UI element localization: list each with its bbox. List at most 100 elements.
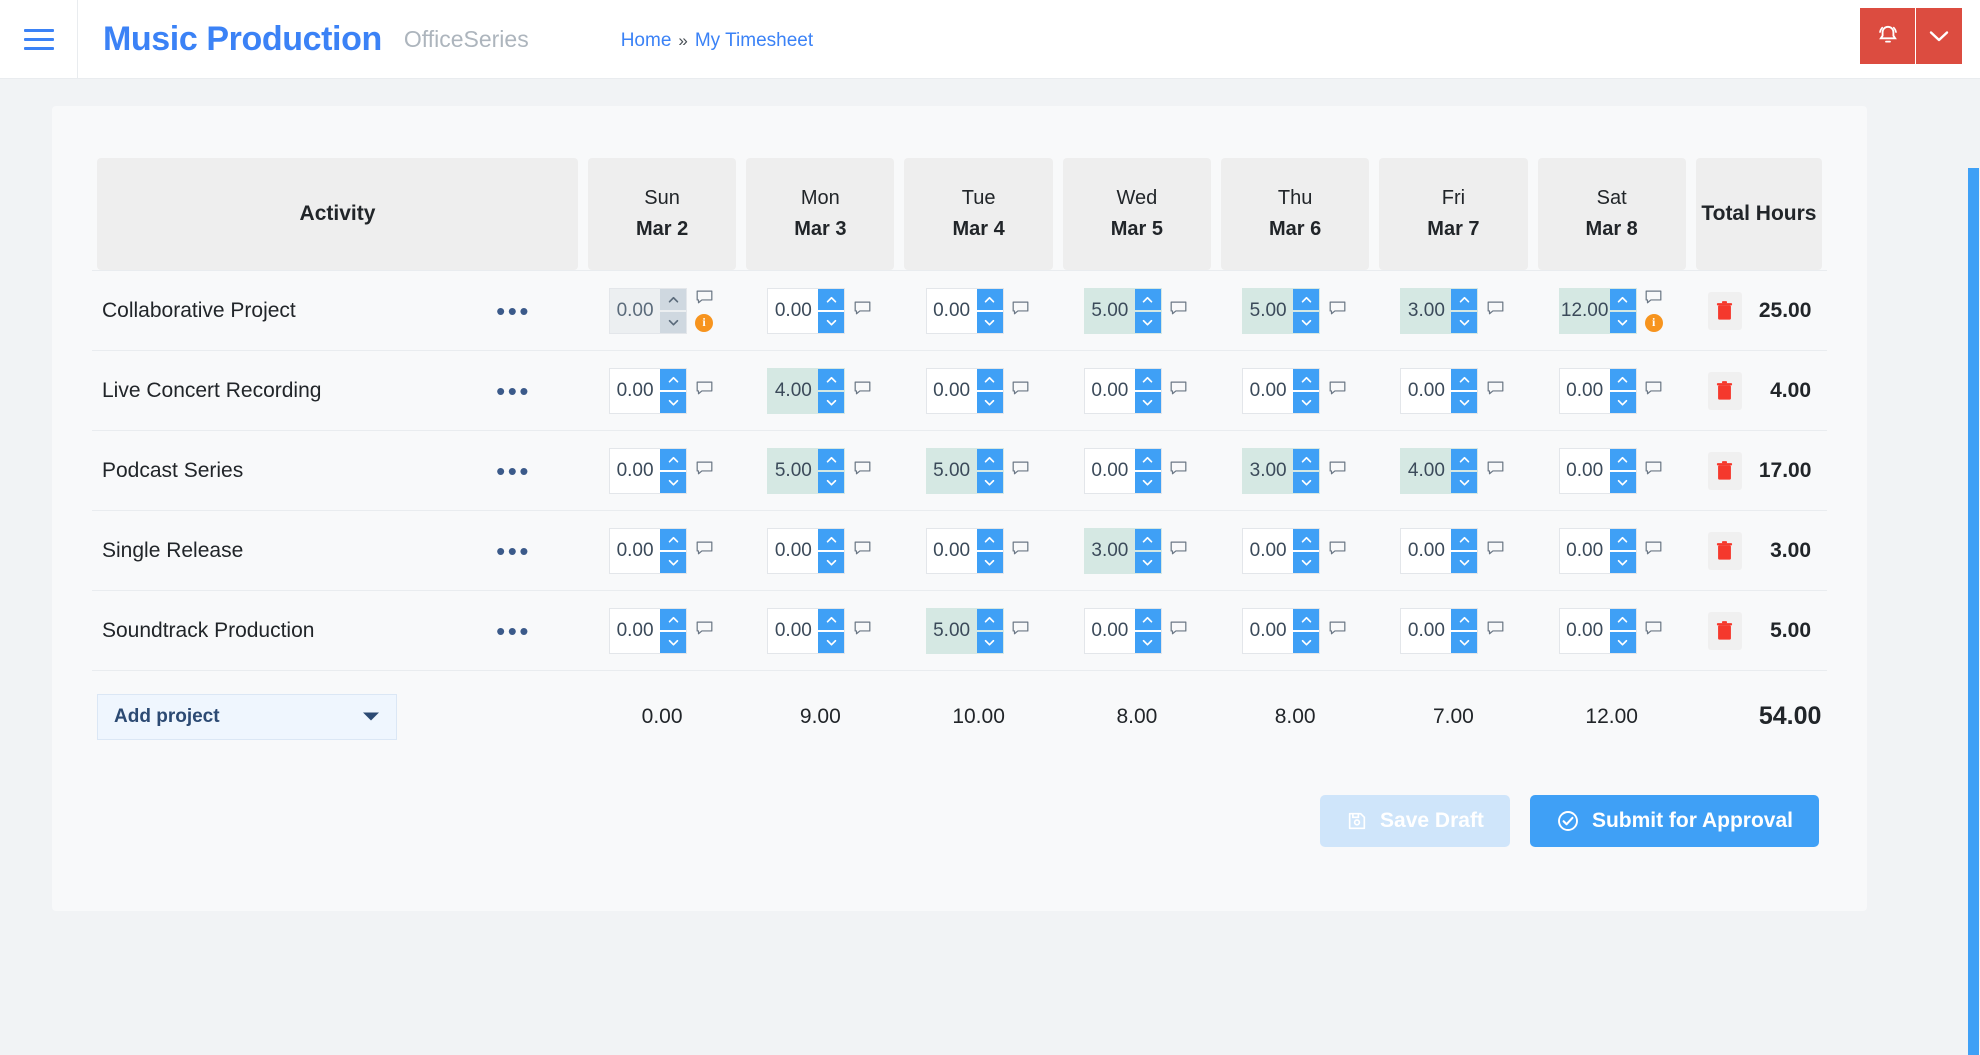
spinner-up-button[interactable] [1609, 288, 1636, 310]
comment-icon[interactable] [696, 381, 713, 401]
comment-icon[interactable] [696, 541, 713, 561]
spinner-up-button[interactable] [1134, 448, 1161, 470]
comment-icon[interactable] [1012, 461, 1029, 481]
hours-input[interactable]: 0.00 [1401, 529, 1451, 573]
spinner-up-button[interactable] [818, 448, 845, 470]
spinner-down-button[interactable] [818, 551, 845, 573]
hours-spinner[interactable]: 0.00 [1083, 367, 1162, 414]
hours-input[interactable]: 0.00 [768, 529, 818, 573]
hours-spinner[interactable]: 0.00 [609, 367, 688, 414]
comment-icon[interactable] [1170, 381, 1187, 401]
hours-input[interactable]: 5.00 [927, 449, 977, 493]
hours-spinner[interactable]: 5.00 [925, 447, 1004, 494]
comment-icon[interactable] [854, 381, 871, 401]
spinner-up-button[interactable] [976, 448, 1003, 470]
spinner-down-button[interactable] [660, 551, 687, 573]
delete-row-button[interactable] [1707, 611, 1742, 650]
hours-spinner[interactable]: 0.00 [609, 447, 688, 494]
save-draft-button[interactable]: Save Draft [1320, 794, 1510, 847]
spinner-down-button[interactable] [660, 391, 687, 413]
hours-spinner[interactable]: 5.00 [767, 447, 846, 494]
spinner-down-button[interactable] [1293, 631, 1320, 653]
hours-input[interactable]: 0.00 [1243, 369, 1293, 413]
spinner-up-button[interactable] [976, 528, 1003, 550]
spinner-up-button[interactable] [976, 608, 1003, 630]
spinner-up-button[interactable] [660, 368, 687, 390]
spinner-up-button[interactable] [818, 288, 845, 310]
spinner-up-button[interactable] [1293, 448, 1320, 470]
row-menu-button[interactable]: ••• [496, 618, 531, 644]
hours-spinner[interactable]: 3.00 [1083, 527, 1162, 574]
hours-spinner[interactable]: 0.00 [1083, 607, 1162, 654]
hours-input[interactable]: 0.00 [927, 369, 977, 413]
spinner-up-button[interactable] [660, 528, 687, 550]
comment-icon[interactable] [854, 301, 871, 321]
comment-icon[interactable] [1329, 621, 1346, 641]
spinner-up-button[interactable] [1609, 528, 1636, 550]
delete-row-button[interactable] [1707, 371, 1742, 410]
hours-input[interactable]: 0.00 [768, 609, 818, 653]
hours-spinner[interactable]: 5.00 [925, 607, 1004, 654]
hours-input[interactable]: 0.00 [1560, 369, 1610, 413]
spinner-down-button[interactable] [976, 391, 1003, 413]
spinner-up-button[interactable] [1451, 288, 1478, 310]
spinner-down-button[interactable] [976, 551, 1003, 573]
spinner-up-button[interactable] [1609, 448, 1636, 470]
spinner-down-button[interactable] [1609, 631, 1636, 653]
hours-input[interactable]: 0.00 [1401, 609, 1451, 653]
spinner-down-button[interactable] [1609, 551, 1636, 573]
spinner-up-button[interactable] [660, 288, 687, 310]
spinner-down-button[interactable] [818, 471, 845, 493]
spinner-down-button[interactable] [1293, 391, 1320, 413]
hours-spinner[interactable]: 5.00 [1242, 287, 1321, 334]
spinner-down-button[interactable] [1134, 551, 1161, 573]
spinner-down-button[interactable] [1293, 471, 1320, 493]
spinner-down-button[interactable] [1134, 391, 1161, 413]
spinner-down-button[interactable] [1609, 311, 1636, 333]
comment-icon[interactable] [1487, 301, 1504, 321]
hours-input[interactable]: 0.00 [610, 289, 660, 333]
spinner-up-button[interactable] [1293, 288, 1320, 310]
comment-icon[interactable] [1329, 381, 1346, 401]
spinner-down-button[interactable] [660, 471, 687, 493]
row-menu-button[interactable]: ••• [496, 538, 531, 564]
breadcrumb-current-link[interactable]: My Timesheet [695, 30, 813, 52]
comment-icon[interactable] [696, 461, 713, 481]
hours-spinner[interactable]: 4.00 [1400, 447, 1479, 494]
spinner-down-button[interactable] [1451, 391, 1478, 413]
spinner-down-button[interactable] [1609, 391, 1636, 413]
hours-spinner[interactable]: 0.00 [1558, 607, 1637, 654]
spinner-up-button[interactable] [1134, 368, 1161, 390]
hours-input[interactable]: 5.00 [1085, 289, 1135, 333]
spinner-down-button[interactable] [818, 311, 845, 333]
spinner-down-button[interactable] [1134, 631, 1161, 653]
spinner-up-button[interactable] [1451, 608, 1478, 630]
spinner-up-button[interactable] [1451, 528, 1478, 550]
hours-spinner[interactable]: 0.00 [1242, 607, 1321, 654]
hours-spinner[interactable]: 0.00 [1558, 447, 1637, 494]
spinner-up-button[interactable] [976, 368, 1003, 390]
hours-input[interactable]: 0.00 [610, 529, 660, 573]
hours-input[interactable]: 0.00 [610, 449, 660, 493]
hours-spinner[interactable]: 0.00 [767, 527, 846, 574]
notifications-button[interactable] [1860, 8, 1916, 64]
delete-row-button[interactable] [1707, 291, 1742, 330]
info-icon[interactable]: i [1644, 313, 1663, 332]
hours-spinner[interactable]: 0.00 [925, 287, 1004, 334]
spinner-down-button[interactable] [1609, 471, 1636, 493]
spinner-down-button[interactable] [818, 631, 845, 653]
spinner-up-button[interactable] [1134, 528, 1161, 550]
comment-icon[interactable] [854, 461, 871, 481]
hours-spinner[interactable]: 0.00 [1400, 527, 1479, 574]
spinner-down-button[interactable] [1451, 471, 1478, 493]
hours-input[interactable]: 0.00 [1085, 609, 1135, 653]
add-project-dropdown[interactable]: Add project [97, 693, 397, 740]
hours-input[interactable]: 3.00 [1243, 449, 1293, 493]
hours-input[interactable]: 0.00 [927, 529, 977, 573]
spinner-down-button[interactable] [660, 631, 687, 653]
comment-icon[interactable] [1645, 381, 1662, 401]
hours-spinner[interactable]: 0.00 [925, 367, 1004, 414]
comment-icon[interactable] [1329, 461, 1346, 481]
spinner-up-button[interactable] [818, 528, 845, 550]
spinner-up-button[interactable] [818, 608, 845, 630]
